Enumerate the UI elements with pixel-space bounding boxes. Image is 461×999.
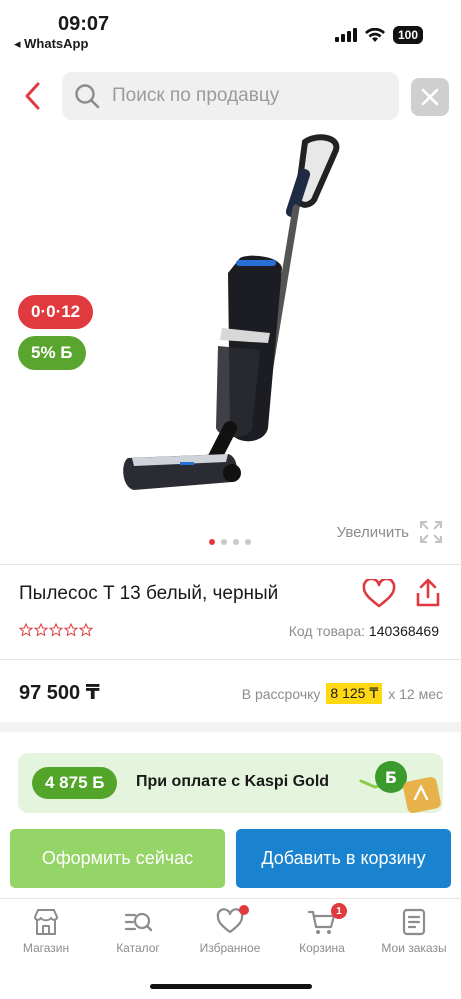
kaspi-bonus-pill: 4 875 Б — [32, 767, 118, 799]
star-icon — [79, 623, 93, 637]
favorite-button[interactable] — [362, 577, 396, 614]
tab-favorites[interactable]: Избранное — [184, 905, 276, 955]
home-indicator[interactable] — [150, 984, 312, 989]
search-icon — [75, 84, 100, 109]
gallery-pagination — [209, 539, 251, 545]
star-icon — [34, 623, 48, 637]
shop-icon — [31, 907, 61, 937]
product-price: 97 500 ₸ — [19, 682, 100, 704]
product-code-value: 140368469 — [368, 623, 439, 639]
battery-icon: 100 — [392, 26, 423, 44]
status-time: 09:07 — [58, 13, 110, 35]
tab-label: Корзина — [299, 941, 345, 955]
star-icon — [19, 623, 33, 637]
kaspi-gold-text: При оплате с Kaspi Gold — [136, 773, 330, 790]
share-button[interactable] — [414, 578, 442, 613]
close-icon — [421, 88, 439, 106]
search-placeholder: Поиск по продавцу — [112, 85, 280, 106]
vacuum-cleaner-image — [123, 134, 340, 490]
divider — [0, 659, 461, 660]
pagination-dot[interactable] — [245, 539, 251, 545]
product-code-label: Код товара: — [288, 623, 366, 639]
back-chevron-icon — [25, 82, 40, 110]
cart-icon: 1 — [307, 903, 347, 937]
share-icon — [416, 578, 440, 607]
rating-stars[interactable] — [19, 623, 93, 637]
tab-shop[interactable]: Магазин — [0, 907, 92, 955]
heart-icon — [362, 577, 396, 608]
tab-label: Избранное — [199, 941, 261, 955]
notification-dot — [239, 905, 249, 915]
tab-label: Мои заказы — [381, 941, 447, 955]
catalog-icon — [123, 907, 153, 937]
system-icons: 100 — [334, 26, 423, 44]
installment-info[interactable]: В рассрочку 8 125 ₸ х 12 мес — [242, 683, 443, 704]
zoom-label: Увеличить — [336, 523, 409, 541]
add-to-cart-button[interactable]: Добавить в корзину — [236, 829, 451, 888]
cart-count-badge: 1 — [331, 903, 347, 919]
pagination-dot[interactable] — [221, 539, 227, 545]
tab-label: Каталог — [116, 941, 160, 955]
wifi-icon — [364, 28, 385, 42]
divider — [0, 564, 461, 565]
pagination-dot[interactable] — [209, 539, 215, 545]
star-icon — [64, 623, 78, 637]
clear-search-button[interactable] — [411, 78, 449, 116]
tab-catalog[interactable]: Каталог — [92, 907, 184, 955]
expand-icon — [420, 521, 442, 543]
installment-badge: 0·0·12 — [18, 295, 94, 329]
bottom-tab-bar: Магазин Каталог Избранное 1 Корзина Мои … — [0, 898, 461, 968]
product-image[interactable] — [100, 128, 360, 518]
star-icon — [49, 623, 63, 637]
installment-amount: 8 125 ₸ — [326, 683, 383, 704]
orders-icon — [399, 907, 429, 937]
tab-cart[interactable]: 1 Корзина — [276, 903, 368, 955]
installment-prefix: В рассрочку — [241, 685, 321, 702]
zoom-button[interactable]: Увеличить — [337, 520, 443, 544]
kaspi-bonus-illustration-icon: Б — [359, 761, 441, 813]
kaspi-gold-banner[interactable]: 4 875 Б При оплате с Kaspi Gold Б — [18, 753, 443, 813]
section-separator — [0, 722, 461, 732]
tab-my-orders[interactable]: Мои заказы — [368, 907, 460, 955]
back-button[interactable] — [20, 80, 48, 112]
product-title: Пылесос T 13 белый, черный — [19, 583, 279, 604]
search-row: Поиск по продавцу — [0, 72, 461, 120]
svg-text:Б: Б — [385, 768, 397, 787]
checkout-now-button[interactable]: Оформить сейчас — [10, 829, 225, 888]
signal-icon — [334, 28, 357, 42]
bonus-badge: 5% Б — [18, 336, 86, 370]
pagination-dot[interactable] — [233, 539, 239, 545]
product-code: Код товара: 140368469 — [289, 623, 439, 639]
heart-icon — [215, 905, 249, 937]
search-input[interactable]: Поиск по продавцу — [62, 72, 399, 120]
status-bar: 09:07 ◂ WhatsApp 100 — [0, 0, 461, 58]
back-to-app-link[interactable]: ◂ WhatsApp — [14, 36, 88, 52]
installment-suffix: х 12 мес — [388, 685, 443, 702]
tab-label: Магазин — [22, 941, 70, 955]
